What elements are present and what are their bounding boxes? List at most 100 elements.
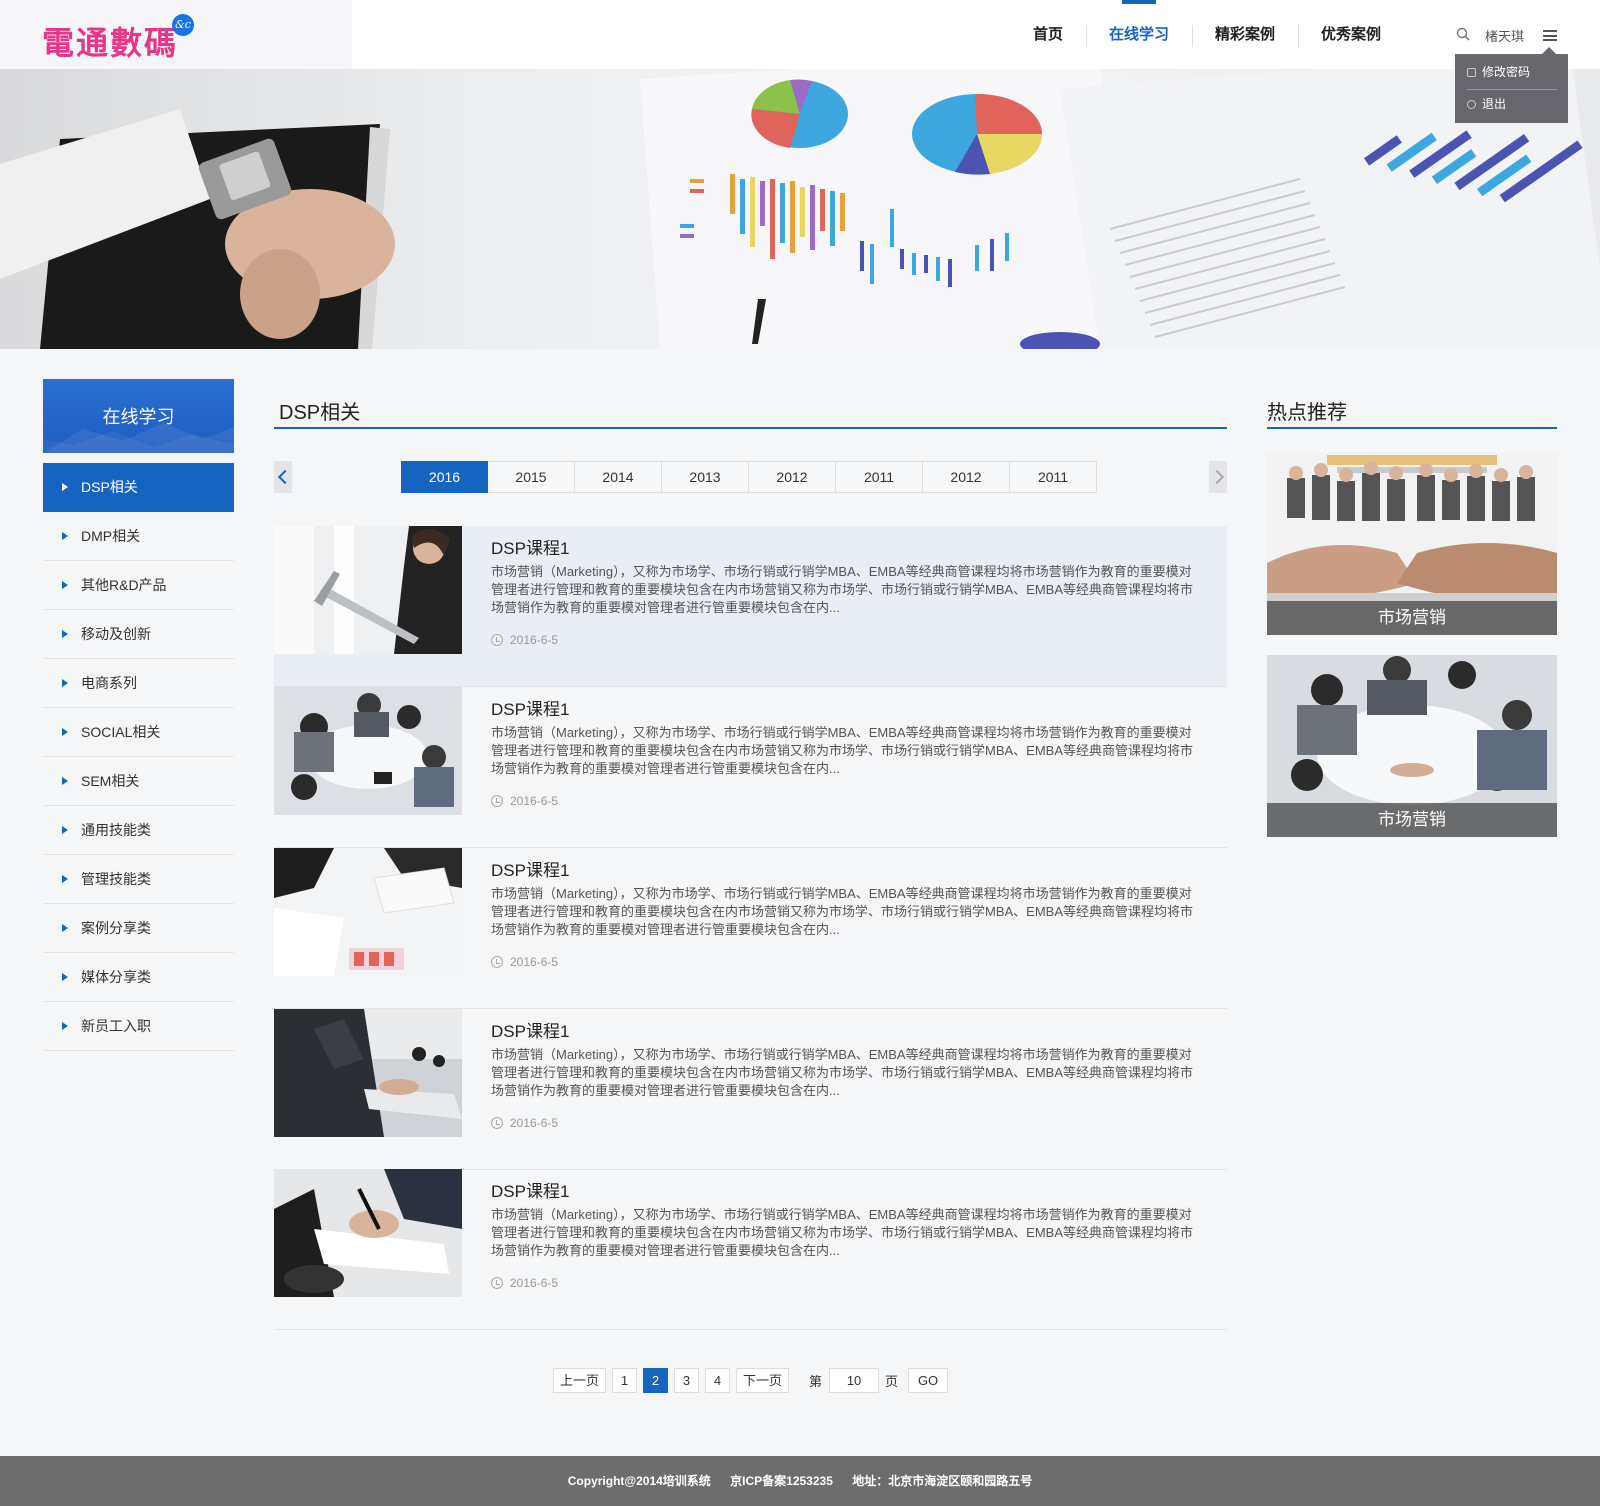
year-prev-button[interactable]: [274, 461, 292, 493]
hot-card-caption: 市场营销: [1267, 601, 1557, 635]
sidebar-item-general-skills[interactable]: 通用技能类: [43, 806, 234, 855]
course-description: 市场营销（Marketing），又称为市场学、市场行销或行销学MBA、EMBA等…: [491, 1047, 1194, 1098]
search-icon[interactable]: [1456, 27, 1470, 41]
sidebar-item-management[interactable]: 管理技能类: [43, 855, 234, 904]
sidebar-item-media[interactable]: 媒体分享类: [43, 953, 234, 1002]
hot-title: 热点推荐: [1267, 402, 1347, 424]
footer-copyright: Copyright@2014培训系统: [567, 1474, 711, 1488]
course-thumbnail-image: [274, 1009, 462, 1137]
course-date: 2016-6-5: [491, 1276, 558, 1290]
change-password-label: 修改密码: [1482, 65, 1531, 79]
course-description: 市场营销（Marketing），又称为市场学、市场行销或行销学MBA、EMBA等…: [491, 725, 1194, 776]
course-item[interactable]: DSP课程1 市场营销（Marketing），又称为市场学、市场行销或行销学MB…: [274, 848, 1227, 1009]
clock-icon: [491, 956, 503, 968]
page-button[interactable]: 2: [643, 1368, 669, 1393]
course-date: 2016-6-5: [491, 1116, 558, 1130]
course-thumbnail-image: [274, 1169, 462, 1297]
hot-card[interactable]: 市场营销: [1267, 655, 1557, 837]
course-date-text: 2016-6-5: [510, 1116, 559, 1130]
page-jump-label: 第: [809, 1374, 823, 1389]
course-date-text: 2016-6-5: [510, 1276, 559, 1290]
sidebar-item-case-sharing[interactable]: 案例分享类: [43, 904, 234, 953]
sidebar-item-sem[interactable]: SEM相关: [43, 757, 234, 806]
hot-card-caption: 市场营销: [1267, 803, 1557, 837]
footer-address: 地址：北京市海淀区颐和园路五号: [852, 1474, 1033, 1488]
clock-icon: [491, 1277, 503, 1289]
sidebar-item-rd[interactable]: 其他R&D产品: [43, 561, 234, 610]
course-thumbnail[interactable]: [274, 1169, 462, 1297]
hero-banner: [0, 69, 1600, 349]
course-title[interactable]: DSP课程1: [491, 1177, 569, 1202]
course-description: 市场营销（Marketing），又称为市场学、市场行销或行销学MBA、EMBA等…: [491, 564, 1194, 615]
hot-card[interactable]: 市场营销: [1267, 453, 1557, 635]
sidebar-item-mobile[interactable]: 移动及创新: [43, 610, 234, 659]
header: 電通數碼 &c 首页 在线学习 精彩案例 优秀案例 楮天琪: [0, 0, 1600, 69]
sidebar-item-dsp[interactable]: DSP相关: [43, 463, 234, 512]
main-nav: 首页 在线学习 精彩案例 优秀案例: [1010, 0, 1404, 69]
course-item[interactable]: DSP课程1 市场营销（Marketing），又称为市场学、市场行销或行销学MB…: [274, 526, 1227, 687]
sidebar-item-dmp[interactable]: DMP相关: [43, 512, 234, 561]
clock-icon: [491, 795, 503, 807]
page-jump-suffix: 页: [885, 1374, 899, 1389]
next-page-button[interactable]: 下一页: [736, 1368, 790, 1393]
course-title[interactable]: DSP课程1: [491, 534, 569, 559]
year-tab[interactable]: 2012: [923, 461, 1010, 493]
course-item[interactable]: DSP课程1 市场营销（Marketing），又称为市场学、市场行销或行销学MB…: [274, 1169, 1227, 1330]
course-date: 2016-6-5: [491, 633, 558, 647]
course-date: 2016-6-5: [491, 794, 558, 808]
nav-featured-cases[interactable]: 精彩案例: [1192, 0, 1298, 69]
year-tab[interactable]: 2014: [575, 461, 662, 493]
logo-badge: &c: [172, 14, 194, 36]
course-thumbnail[interactable]: [274, 687, 462, 815]
change-password-item[interactable]: 修改密码: [1467, 58, 1557, 86]
clock-icon: [491, 634, 503, 646]
logo[interactable]: 電通數碼 &c: [0, 0, 352, 69]
course-item[interactable]: DSP课程1 市场营销（Marketing），又称为市场学、市场行销或行销学MB…: [274, 687, 1227, 848]
sidebar-heading: 在线学习: [43, 379, 234, 453]
course-item[interactable]: DSP课程1 市场营销（Marketing），又称为市场学、市场行销或行销学MB…: [274, 1009, 1227, 1170]
logout-item[interactable]: 退出: [1467, 90, 1557, 118]
nav-home[interactable]: 首页: [1010, 0, 1086, 69]
course-thumbnail[interactable]: [274, 1009, 462, 1137]
course-date-text: 2016-6-5: [510, 955, 559, 969]
sidebar-item-onboarding[interactable]: 新员工入职: [43, 1002, 234, 1051]
sidebar-item-ecommerce[interactable]: 电商系列: [43, 659, 234, 708]
course-title[interactable]: DSP课程1: [491, 856, 569, 881]
nav-online-learning[interactable]: 在线学习: [1086, 0, 1192, 69]
logo-text: 電通數碼: [42, 24, 179, 62]
sidebar-menu: DSP相关 DMP相关 其他R&D产品 移动及创新 电商系列 SOCIAL相关 …: [43, 463, 234, 1051]
year-tab[interactable]: 2015: [488, 461, 575, 493]
year-tabs: 2016 2015 2014 2013 2012 2011 2012 2011: [401, 461, 1097, 493]
footer: Copyright@2014培训系统 京ICP备案1253235 地址：北京市海…: [0, 1456, 1600, 1506]
page-jump-input[interactable]: [829, 1368, 880, 1393]
year-tab[interactable]: 2013: [662, 461, 749, 493]
course-thumbnail[interactable]: [274, 848, 462, 976]
footer-icp: 京ICP备案1253235: [730, 1474, 833, 1488]
hot-underline: [1267, 427, 1557, 429]
course-thumbnail-image: [274, 687, 462, 815]
banner-illustration: [0, 69, 1600, 349]
year-tab[interactable]: 2012: [749, 461, 836, 493]
user-name[interactable]: 楮天琪: [1485, 26, 1524, 45]
menu-icon[interactable]: [1543, 30, 1557, 41]
course-thumbnail[interactable]: [274, 526, 462, 654]
user-dropdown: 修改密码 退出: [1455, 47, 1568, 123]
year-tab[interactable]: 2016: [401, 461, 488, 493]
year-next-button[interactable]: [1209, 461, 1227, 493]
page-button[interactable]: 4: [705, 1368, 731, 1393]
course-title[interactable]: DSP课程1: [491, 1017, 569, 1042]
course-date-text: 2016-6-5: [510, 794, 559, 808]
page-button[interactable]: 3: [674, 1368, 700, 1393]
course-description: 市场营销（Marketing），又称为市场学、市场行销或行销学MBA、EMBA等…: [491, 1207, 1194, 1258]
lock-icon: [1467, 68, 1476, 77]
page-button[interactable]: 1: [612, 1368, 638, 1393]
nav-excellent-cases[interactable]: 优秀案例: [1298, 0, 1404, 69]
year-tab[interactable]: 2011: [1010, 461, 1097, 493]
course-date: 2016-6-5: [491, 955, 558, 969]
year-tab[interactable]: 2011: [836, 461, 923, 493]
course-title[interactable]: DSP课程1: [491, 695, 569, 720]
sidebar-item-social[interactable]: SOCIAL相关: [43, 708, 234, 757]
logout-label: 退出: [1482, 97, 1507, 111]
prev-page-button[interactable]: 上一页: [553, 1368, 607, 1393]
go-button[interactable]: GO: [908, 1368, 949, 1393]
